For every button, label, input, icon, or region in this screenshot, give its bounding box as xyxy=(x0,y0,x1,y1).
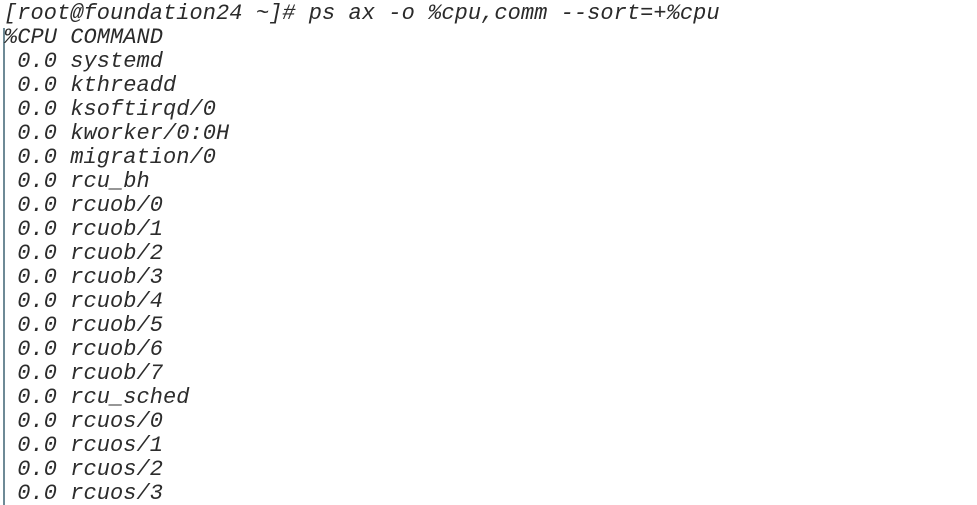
process-row: 0.0 rcuob/1 xyxy=(4,217,164,242)
terminal-screen[interactable]: [root@foundation24 ~]# ps ax -o %cpu,com… xyxy=(0,0,977,505)
terminal-window[interactable]: [root@foundation24 ~]# ps ax -o %cpu,com… xyxy=(0,0,977,505)
output-column-header: %CPU COMMAND xyxy=(4,25,164,50)
process-row: 0.0 rcuob/4 xyxy=(4,289,164,314)
process-row: 0.0 rcuos/1 xyxy=(4,433,164,458)
process-row: 0.0 kworker/0:0H xyxy=(4,121,230,146)
process-row: 0.0 rcuos/2 xyxy=(4,457,164,482)
process-list: 0.0 systemd 0.0 kthreadd 0.0 ksoftirqd/0… xyxy=(0,50,977,505)
process-row: 0.0 rcuob/6 xyxy=(4,337,164,362)
prompt-command-line: [root@foundation24 ~]# ps ax -o %cpu,com… xyxy=(4,1,720,26)
process-row: 0.0 rcu_sched xyxy=(4,385,190,410)
process-row: 0.0 rcuob/7 xyxy=(4,361,164,386)
process-row: 0.0 rcuob/5 xyxy=(4,313,164,338)
process-row: 0.0 rcuos/3 xyxy=(4,481,164,505)
process-row: 0.0 systemd xyxy=(4,49,164,74)
process-row: 0.0 rcuos/0 xyxy=(4,409,164,434)
process-row: 0.0 kthreadd xyxy=(4,73,177,98)
process-row: 0.0 ksoftirqd/0 xyxy=(4,97,217,122)
process-row: 0.0 rcu_bh xyxy=(4,169,150,194)
process-row: 0.0 migration/0 xyxy=(4,145,217,170)
process-row: 0.0 rcuob/3 xyxy=(4,265,164,290)
process-row: 0.0 rcuob/2 xyxy=(4,241,164,266)
process-row: 0.0 rcuob/0 xyxy=(4,193,164,218)
